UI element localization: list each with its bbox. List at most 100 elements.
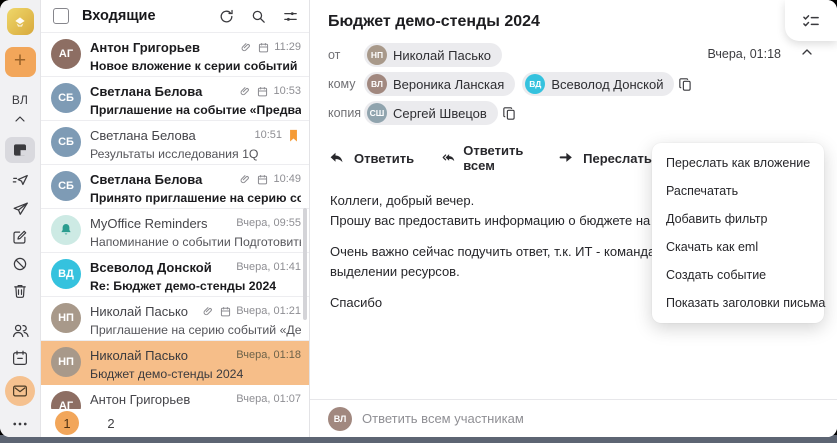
list-item[interactable]: СБ Светлана Белова 10:49 Принято приглаш… (41, 165, 309, 209)
message-time: 10:49 (273, 173, 301, 185)
from-chips: НП Николай Пасько (364, 43, 503, 67)
message-preview: Приглашение на событие «Предварительно… (90, 103, 301, 117)
event-icon (258, 86, 268, 96)
list-scrollbar[interactable] (303, 208, 307, 320)
recipient-avatar: ВЛ (367, 74, 387, 94)
recipient-name: Вероника Ланская (393, 76, 505, 92)
attachment-icon (203, 306, 213, 315)
recipient-name: Сергей Швецов (393, 105, 487, 121)
folder-sent-icon[interactable] (11, 200, 30, 219)
message-time: 10:53 (273, 85, 301, 97)
page-button[interactable]: 2 (99, 411, 123, 435)
folder-outbox-icon[interactable] (11, 172, 30, 191)
app-rail: + ВЛ (0, 0, 41, 437)
sender-name: Светлана Белова (90, 171, 203, 187)
mail-list-body: АГ Антон Григорьев 11:29 Новое вложение … (41, 33, 309, 409)
quick-reply-placeholder: Ответить всем участникам (362, 411, 524, 426)
collapse-rail-icon[interactable] (12, 111, 28, 127)
compose-new-button[interactable]: + (4, 47, 36, 77)
context-menu-item[interactable]: Показать заголовки письма (652, 289, 825, 317)
message-time: 10:51 (254, 129, 282, 141)
collapse-header-icon[interactable] (799, 44, 815, 60)
avatar (51, 215, 81, 245)
sender-name: Светлана Белова (90, 83, 203, 99)
recipient-chip[interactable]: СШ Сергей Швецов (364, 101, 498, 125)
list-item[interactable]: НП Николай Пасько Вчера, 01:21 Приглашен… (41, 297, 309, 341)
more-apps-icon[interactable] (11, 415, 29, 433)
event-icon (259, 42, 269, 52)
context-menu-item[interactable]: Добавить фильтр (652, 205, 824, 233)
message-context-menu: Переслать как вложение Распечатать Добавит… (652, 143, 825, 323)
context-menu-item[interactable]: Скачать как eml (652, 233, 824, 261)
calendar-app-icon[interactable] (11, 349, 29, 367)
list-item[interactable]: ВД Всеволод Донской Вчера, 01:41 Re: Бюд… (41, 253, 309, 297)
filter-tune-icon[interactable] (282, 8, 299, 25)
list-item[interactable]: СБ Светлана Белова 10:51 Результаты иссл… (41, 121, 309, 165)
cc-label: копия (328, 106, 362, 120)
recipient-name: Николай Пасько (393, 47, 492, 63)
reply-button[interactable]: Ответить (328, 149, 414, 167)
message-time: Вчера, 01:07 (236, 393, 301, 405)
list-item[interactable]: АГ Антон Григорьев Вчера, 01:07 (41, 385, 309, 409)
context-menu-item[interactable]: Переслать как вложение (652, 149, 824, 177)
tasks-panel-toggle[interactable] (785, 0, 837, 41)
sender-name: Всеволод Донской (90, 259, 212, 275)
message-time: Вчера, 01:41 (236, 261, 301, 273)
message-time: 11:29 (274, 41, 301, 53)
reply-icon (330, 152, 343, 163)
recipient-avatar: СШ (367, 103, 387, 123)
message-preview: Приглашение на серию событий «Демо стен… (90, 323, 301, 337)
message-preview: Re: Бюджет демо-стенды 2024 (90, 279, 277, 293)
folder-inbox-selected[interactable] (5, 137, 35, 163)
copy-recipients-icon[interactable] (677, 76, 694, 93)
list-item[interactable]: АГ Антон Григорьев 11:29 Новое вложение … (41, 33, 309, 77)
flag-bookmark-icon (290, 129, 297, 141)
recipient-chip[interactable]: ВЛ Вероника Ланская (364, 72, 516, 96)
from-label: от (328, 48, 341, 62)
folder-spam-icon[interactable] (11, 255, 29, 273)
avatar: СБ (51, 127, 81, 157)
recipient-chip[interactable]: ВД Всеволод Донской (522, 72, 675, 96)
reply-all-button[interactable]: Ответить всем (442, 143, 529, 173)
quick-reply-bar[interactable]: ВЛ Ответить всем участникам (310, 399, 837, 437)
user-initials[interactable]: ВЛ (12, 93, 28, 107)
list-item[interactable]: НП Николай Пасько Вчера, 01:18 Бюджет де… (41, 341, 309, 385)
message-time: Вчера, 09:55 (236, 217, 301, 229)
search-icon[interactable] (250, 8, 267, 25)
copy-cc-icon[interactable] (501, 105, 518, 122)
attachment-icon (241, 174, 250, 183)
sender-name: Светлана Белова (90, 127, 196, 143)
attachment-icon (241, 42, 251, 51)
message-time: Вчера, 01:18 (236, 349, 301, 361)
folder-drafts-icon[interactable] (11, 228, 29, 246)
recipient-avatar: НП (367, 45, 387, 65)
avatar: АГ (51, 39, 81, 69)
myoffice-logo-icon (6, 8, 34, 35)
contacts-app-icon[interactable] (11, 321, 30, 340)
current-user-avatar: ВЛ (328, 406, 352, 431)
recipient-avatar: ВД (525, 74, 546, 94)
message-preview: Принято приглашение на серию событий «… (90, 191, 301, 205)
folder-title: Входящие (82, 8, 156, 24)
to-chips: ВЛ Вероника Ланская ВД Всеволод Донской (364, 72, 675, 96)
sender-name: Антон Григорьев (90, 39, 200, 55)
mail-list-header: Входящие (41, 0, 309, 33)
message-date: Вчера, 01:18 (707, 47, 781, 61)
avatar: НП (51, 347, 81, 377)
to-label: кому (328, 77, 356, 91)
refresh-icon[interactable] (218, 8, 235, 25)
mail-app-icon-active[interactable] (5, 376, 35, 406)
forward-button[interactable]: Переслать (557, 149, 652, 167)
recipient-chip[interactable]: НП Николай Пасько (364, 43, 503, 67)
list-item[interactable]: СБ Светлана Белова 10:53 Приглашение на … (41, 77, 309, 121)
avatar: ВД (51, 259, 81, 289)
select-all-checkbox[interactable] (53, 8, 69, 24)
sender-name: MyOffice Reminders (90, 215, 208, 231)
context-menu-item[interactable]: Распечатать (652, 177, 824, 205)
context-menu-item[interactable]: Создать событие (652, 261, 824, 289)
message-meta: от НП Николай Пасько кому ВЛ Вероника Ланс… (310, 31, 837, 125)
recipient-name: Всеволод Донской (551, 76, 664, 92)
folder-trash-icon[interactable] (11, 282, 29, 300)
page-button[interactable]: 1 (55, 411, 79, 435)
list-item[interactable]: MyOffice Reminders Вчера, 09:55 Напомина… (41, 209, 309, 253)
